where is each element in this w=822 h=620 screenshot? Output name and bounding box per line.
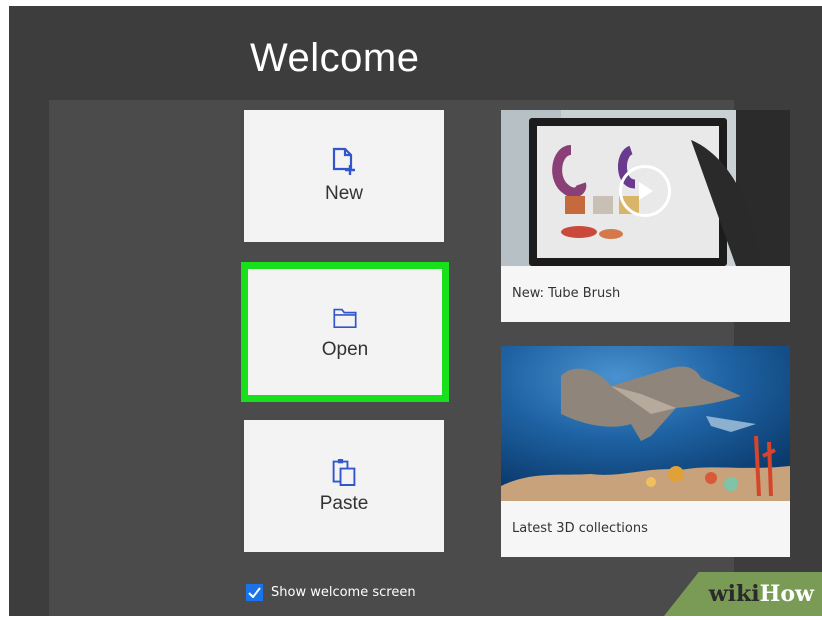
tube-brush-card[interactable]: New: Tube Brush	[501, 110, 790, 322]
new-button[interactable]: New	[244, 110, 444, 242]
paste-icon	[331, 457, 357, 487]
play-icon[interactable]	[619, 165, 671, 217]
3d-collections-thumbnail	[501, 346, 790, 501]
tube-brush-thumbnail	[501, 110, 790, 266]
new-label: New	[324, 183, 363, 204]
3d-collections-caption: Latest 3D collections	[512, 521, 648, 536]
tube-brush-caption: New: Tube Brush	[512, 286, 621, 301]
show-welcome-checkbox[interactable]: Show welcome screen	[246, 584, 416, 601]
checkbox-checked-icon[interactable]	[246, 584, 263, 601]
show-welcome-label: Show welcome screen	[271, 585, 416, 600]
paint3d-window: Welcome New Open Paste New: Tube Brush L…	[9, 6, 822, 616]
paste-button[interactable]: Paste	[244, 420, 444, 552]
folder-icon	[332, 303, 358, 333]
3d-collections-card[interactable]: Latest 3D collections	[501, 346, 790, 557]
open-button[interactable]: Open	[241, 262, 449, 402]
watermark-how-text: How	[759, 581, 814, 607]
paste-label: Paste	[319, 493, 369, 514]
welcome-title: Welcome	[250, 36, 420, 80]
watermark-wiki-text: wiki	[708, 581, 760, 607]
open-label: Open	[321, 339, 369, 360]
new-file-icon	[331, 147, 357, 177]
